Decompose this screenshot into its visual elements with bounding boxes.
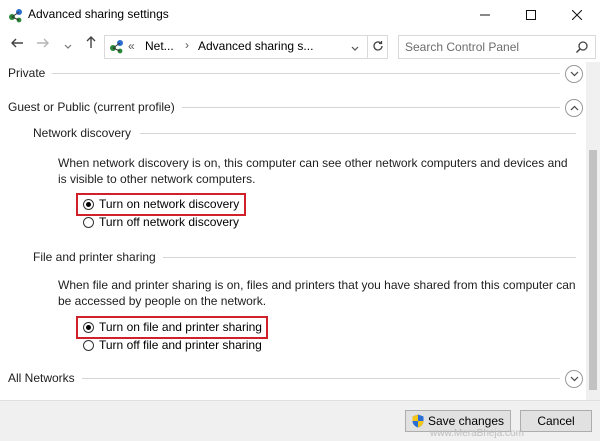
refresh-icon [372,40,384,55]
back-arrow-icon[interactable] [10,36,24,54]
cancel-button[interactable]: Cancel [520,410,592,432]
radio-label[interactable]: Turn on network discovery [99,197,239,211]
guest-public-section-label[interactable]: Guest or Public (current profile) [8,100,175,114]
refresh-button[interactable] [367,36,387,58]
radio-button[interactable] [83,216,94,228]
turn-off-file-sharing-radio[interactable]: Turn off file and printer sharing [83,337,262,353]
up-arrow-icon[interactable] [84,35,98,53]
address-dropdown-icon[interactable] [351,42,359,56]
minimize-icon [480,7,490,23]
radio-button[interactable] [83,198,94,210]
close-icon [571,7,583,23]
breadcrumb-separator[interactable]: › [185,38,189,52]
radio-button[interactable] [83,339,94,351]
expand-all-networks-button[interactable] [565,370,583,388]
expand-private-button[interactable] [565,65,583,83]
forward-arrow-icon[interactable] [36,36,50,54]
cancel-button-label: Cancel [537,414,575,428]
section-divider [182,107,560,108]
network-icon [8,7,24,26]
breadcrumb-overflow[interactable]: « [128,39,135,53]
uac-shield-icon [412,414,424,428]
radio-button[interactable] [83,321,94,333]
search-placeholder: Search Control Panel [405,40,520,54]
maximize-button[interactable] [508,0,554,30]
chevron-down-icon [570,69,579,79]
turn-off-network-discovery-radio[interactable]: Turn off network discovery [83,214,239,230]
chevron-down-icon [570,374,579,384]
network-icon [109,38,125,57]
radio-label[interactable]: Turn on file and printer sharing [99,320,262,334]
section-divider [82,378,560,379]
private-section-label[interactable]: Private [8,66,45,80]
scrollbar-thumb[interactable] [589,150,597,390]
section-divider [52,73,560,74]
network-discovery-description: When network discovery is on, this compu… [58,156,568,186]
radio-label[interactable]: Turn off file and printer sharing [99,338,262,352]
search-icon [575,40,589,57]
subsection-divider [163,257,576,258]
search-input[interactable]: Search Control Panel [398,35,596,59]
save-button-label: Save changes [427,414,505,428]
minimize-button[interactable] [462,0,508,30]
address-bar[interactable]: « Net... › Advanced sharing s... [104,35,388,59]
turn-on-network-discovery-radio[interactable]: Turn on network discovery [83,196,239,212]
window-title: Advanced sharing settings [28,7,169,21]
file-sharing-description: When file and printer sharing is on, fil… [58,278,576,308]
close-button[interactable] [554,0,600,30]
breadcrumb-current[interactable]: Advanced sharing s... [198,39,313,53]
recent-dropdown-icon[interactable] [64,38,72,55]
watermark: www.MeraBheja.com [430,428,524,439]
collapse-guest-button[interactable] [565,99,583,117]
subsection-divider [140,133,576,134]
network-discovery-heading: Network discovery [33,126,132,140]
turn-on-file-sharing-radio[interactable]: Turn on file and printer sharing [83,319,262,335]
breadcrumb-parent[interactable]: Net... [145,39,174,53]
file-printer-sharing-heading: File and printer sharing [33,250,156,264]
chevron-up-icon [570,103,579,113]
title-bar: Advanced sharing settings [0,0,600,30]
maximize-icon [526,7,536,23]
all-networks-section-label[interactable]: All Networks [8,371,75,385]
radio-label[interactable]: Turn off network discovery [99,215,239,229]
